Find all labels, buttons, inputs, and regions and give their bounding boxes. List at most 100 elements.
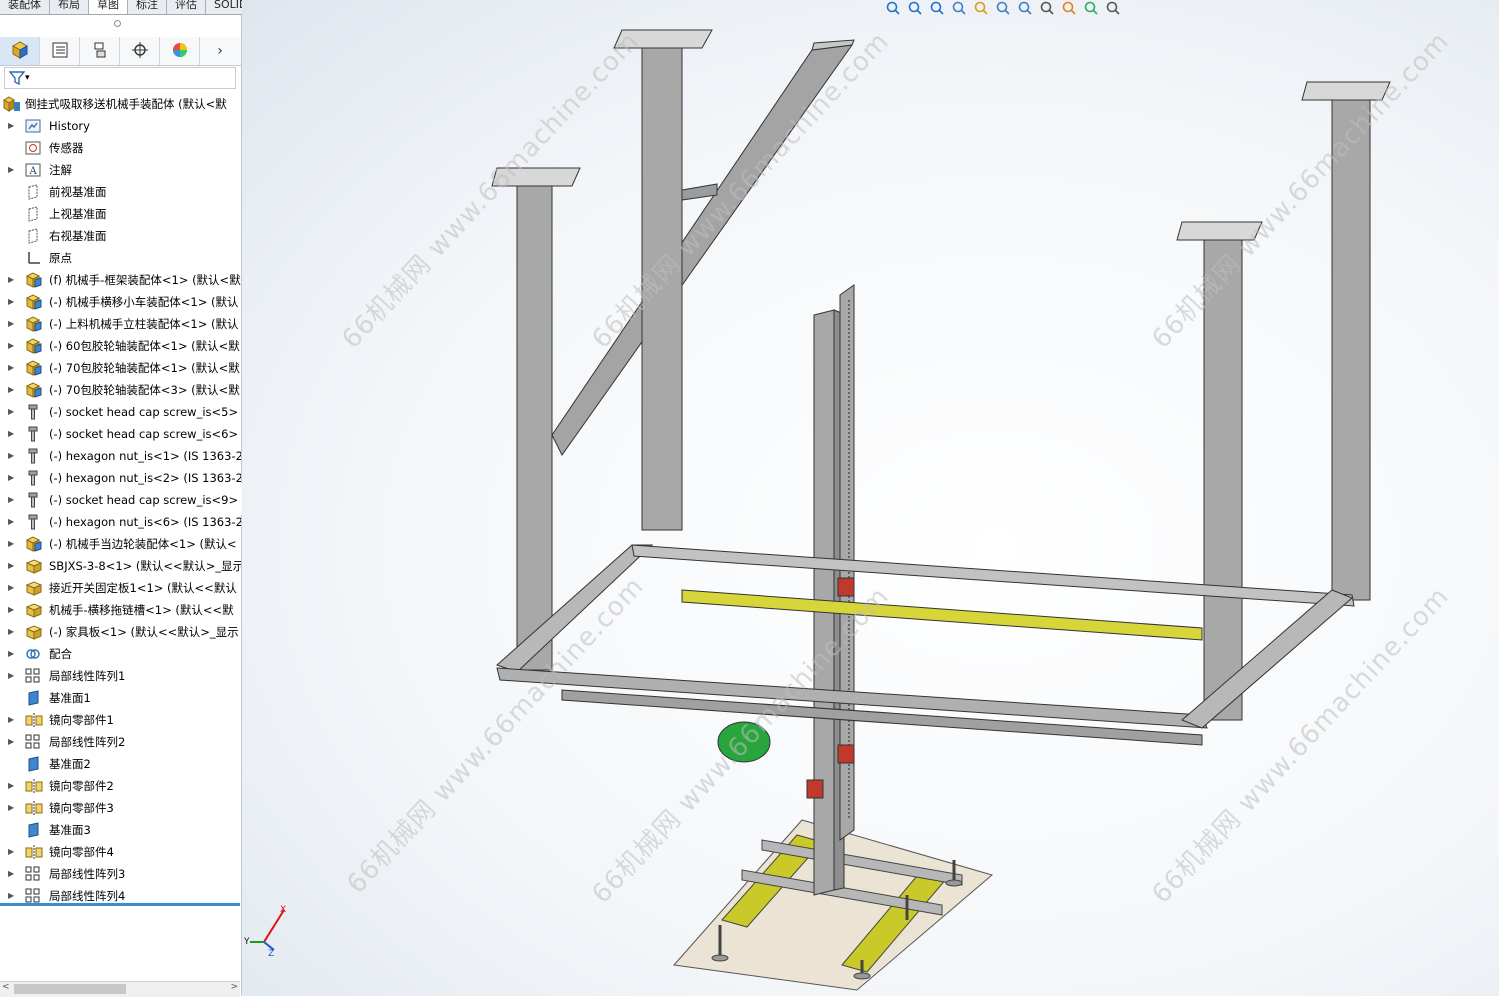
tree-horizontal-scrollbar[interactable]: < > — [0, 981, 240, 997]
tree-item[interactable]: ▶ (-) socket head cap screw_is<9> — [0, 489, 241, 511]
ref-plane-icon — [25, 690, 43, 706]
command-tab-0[interactable]: 装配体 — [0, 0, 50, 14]
feature-tree: 倒挂式吸取移送机械手装配体 (默认<默 ▶ History 传感器 ▶ A 注解 前视基准面… — [0, 93, 241, 907]
expand-arrow-icon[interactable]: ▶ — [8, 775, 16, 797]
expand-arrow-icon[interactable]: ▶ — [8, 335, 16, 357]
toolbox-part-icon — [25, 426, 43, 442]
expand-arrow-icon[interactable]: ▶ — [8, 533, 16, 555]
tree-item[interactable]: 基准面1 — [0, 687, 241, 709]
tree-item[interactable]: ▶ 镜向零部件2 — [0, 775, 241, 797]
tree-item[interactable]: ▶ (-) 机械手横移小车装配体<1> (默认 — [0, 291, 241, 313]
scroll-thumb[interactable] — [14, 984, 126, 994]
panel-grip[interactable] — [114, 20, 121, 27]
expand-arrow-icon[interactable]: ▶ — [8, 115, 16, 137]
tree-item[interactable]: 原点 — [0, 247, 241, 269]
tree-item[interactable]: ▶ (-) 70包胶轮轴装配体<3> (默认<默 — [0, 379, 241, 401]
tree-item[interactable]: ▶ History — [0, 115, 241, 137]
expand-arrow-icon[interactable]: ▶ — [8, 445, 16, 467]
tree-rollback-bar[interactable] — [0, 903, 240, 906]
filter-icon[interactable] — [9, 70, 25, 86]
expand-arrow-icon[interactable]: ▶ — [8, 159, 16, 181]
tree-item[interactable]: ▶ 镜向零部件1 — [0, 709, 241, 731]
mirror-component-icon — [25, 800, 43, 816]
toolbox-part-icon — [25, 514, 43, 530]
tree-item[interactable]: 基准面2 — [0, 753, 241, 775]
tree-item[interactable]: ▶ 局部线性阵列1 — [0, 665, 241, 687]
assembly-icon — [25, 338, 43, 354]
command-tab-1[interactable]: 布局 — [50, 0, 89, 14]
panel-tab-display-manager[interactable] — [160, 37, 200, 65]
tree-item-label: 镜向零部件4 — [49, 845, 114, 859]
tree-item[interactable]: ▶ (-) 机械手当边轮装配体<1> (默认< — [0, 533, 241, 555]
command-tab-3[interactable]: 标注 — [128, 0, 167, 14]
expand-arrow-icon[interactable]: ▶ — [8, 423, 16, 445]
command-tab-2[interactable]: 草图 — [89, 0, 128, 14]
tree-root-assembly[interactable]: 倒挂式吸取移送机械手装配体 (默认<默 — [0, 93, 241, 115]
panel-tab-property-manager[interactable] — [40, 37, 80, 65]
expand-arrow-icon[interactable]: ▶ — [8, 467, 16, 489]
tree-item[interactable]: ▶ (-) 家具板<1> (默认<<默认>_显示 — [0, 621, 241, 643]
expand-arrow-icon[interactable]: ▶ — [8, 357, 16, 379]
tree-item-label: (-) 家具板<1> (默认<<默认>_显示 — [49, 625, 239, 639]
expand-arrow-icon[interactable]: ▶ — [8, 599, 16, 621]
tree-item[interactable]: ▶ (-) socket head cap screw_is<6> — [0, 423, 241, 445]
tree-item[interactable]: ▶ (-) socket head cap screw_is<5> — [0, 401, 241, 423]
tree-item-label: (-) hexagon nut_is<2> (IS 1363-2 — [49, 471, 241, 485]
tree-item[interactable]: ▶ 镜向零部件3 — [0, 797, 241, 819]
tree-item[interactable]: ▶ (-) 60包胶轮轴装配体<1> (默认<默 — [0, 335, 241, 357]
command-tab-4[interactable]: 评估 — [167, 0, 206, 14]
filter-dropdown-arrow[interactable]: ▾ — [25, 73, 30, 83]
expand-arrow-icon[interactable]: ▶ — [8, 269, 16, 291]
tree-filter[interactable]: ▾ — [4, 67, 236, 89]
tree-item[interactable]: ▶ SBJXS-3-8<1> (默认<<默认>_显示 — [0, 555, 241, 577]
panel-tab-dimxpert[interactable] — [120, 37, 160, 65]
tree-item[interactable]: ▶ 接近开关固定板1<1> (默认<<默认 — [0, 577, 241, 599]
tree-item[interactable]: ▶ (-) 70包胶轮轴装配体<1> (默认<默 — [0, 357, 241, 379]
expand-arrow-icon[interactable]: ▶ — [8, 665, 16, 687]
expand-arrow-icon[interactable]: ▶ — [8, 621, 16, 643]
scroll-right-arrow[interactable]: > — [230, 982, 238, 992]
mates-icon — [25, 646, 43, 662]
expand-arrow-icon[interactable]: ▶ — [8, 797, 16, 819]
toolbox-part-icon — [25, 404, 43, 420]
display-manager-icon — [171, 41, 189, 62]
expand-arrow-icon[interactable]: ▶ — [8, 577, 16, 599]
expand-arrow-icon[interactable]: ▶ — [8, 731, 16, 753]
tree-item[interactable]: ▶ 配合 — [0, 643, 241, 665]
expand-arrow-icon[interactable]: ▶ — [8, 643, 16, 665]
tree-item[interactable]: ▶ 局部线性阵列2 — [0, 731, 241, 753]
panel-tab-feature-manager[interactable] — [0, 37, 40, 65]
tree-item-label: (-) hexagon nut_is<6> (IS 1363-2 — [49, 515, 241, 529]
expand-arrow-icon[interactable]: ▶ — [8, 863, 16, 885]
tree-item-label: 基准面2 — [49, 757, 91, 771]
tree-item[interactable]: ▶ 机械手-横移拖链槽<1> (默认<<默 — [0, 599, 241, 621]
expand-arrow-icon[interactable]: ▶ — [8, 709, 16, 731]
expand-arrow-icon[interactable]: ▶ — [8, 841, 16, 863]
tree-item[interactable]: 前视基准面 — [0, 181, 241, 203]
tree-item[interactable]: ▶ 局部线性阵列3 — [0, 863, 241, 885]
tree-item[interactable]: 基准面3 — [0, 819, 241, 841]
scroll-left-arrow[interactable]: < — [2, 982, 10, 992]
expand-arrow-icon[interactable]: ▶ — [8, 379, 16, 401]
expand-arrow-icon[interactable]: ▶ — [8, 555, 16, 577]
tree-item[interactable]: ▶ (-) hexagon nut_is<6> (IS 1363-2 — [0, 511, 241, 533]
expand-arrow-icon[interactable]: ▶ — [8, 401, 16, 423]
expand-arrow-icon[interactable]: ▶ — [8, 291, 16, 313]
expand-arrow-icon[interactable]: ▶ — [8, 313, 16, 335]
tree-item[interactable]: ▶ (-) 上料机械手立柱装配体<1> (默认 — [0, 313, 241, 335]
tree-item[interactable]: 右视基准面 — [0, 225, 241, 247]
expand-arrow-icon[interactable]: ▶ — [8, 511, 16, 533]
tree-item[interactable]: ▶ (f) 机械手-框架装配体<1> (默认<默 — [0, 269, 241, 291]
tree-item[interactable]: ▶ (-) hexagon nut_is<1> (IS 1363-2 — [0, 445, 241, 467]
panel-tab-configuration-manager[interactable] — [80, 37, 120, 65]
tree-item[interactable]: 传感器 — [0, 137, 241, 159]
graphics-viewport[interactable]: 66机械网 www.66machine.com 66机械网 www.66mach… — [242, 0, 1499, 996]
tree-item[interactable]: ▶ 镜向零部件4 — [0, 841, 241, 863]
tree-item[interactable]: 上视基准面 — [0, 203, 241, 225]
tree-item[interactable]: ▶ (-) hexagon nut_is<2> (IS 1363-2 — [0, 467, 241, 489]
expand-arrow-icon[interactable]: ▶ — [8, 489, 16, 511]
tree-item-label: (-) socket head cap screw_is<6> — [49, 427, 239, 441]
history-icon — [25, 118, 43, 134]
tree-item[interactable]: ▶ A 注解 — [0, 159, 241, 181]
panel-tab-chevron-right[interactable]: › — [200, 37, 240, 65]
